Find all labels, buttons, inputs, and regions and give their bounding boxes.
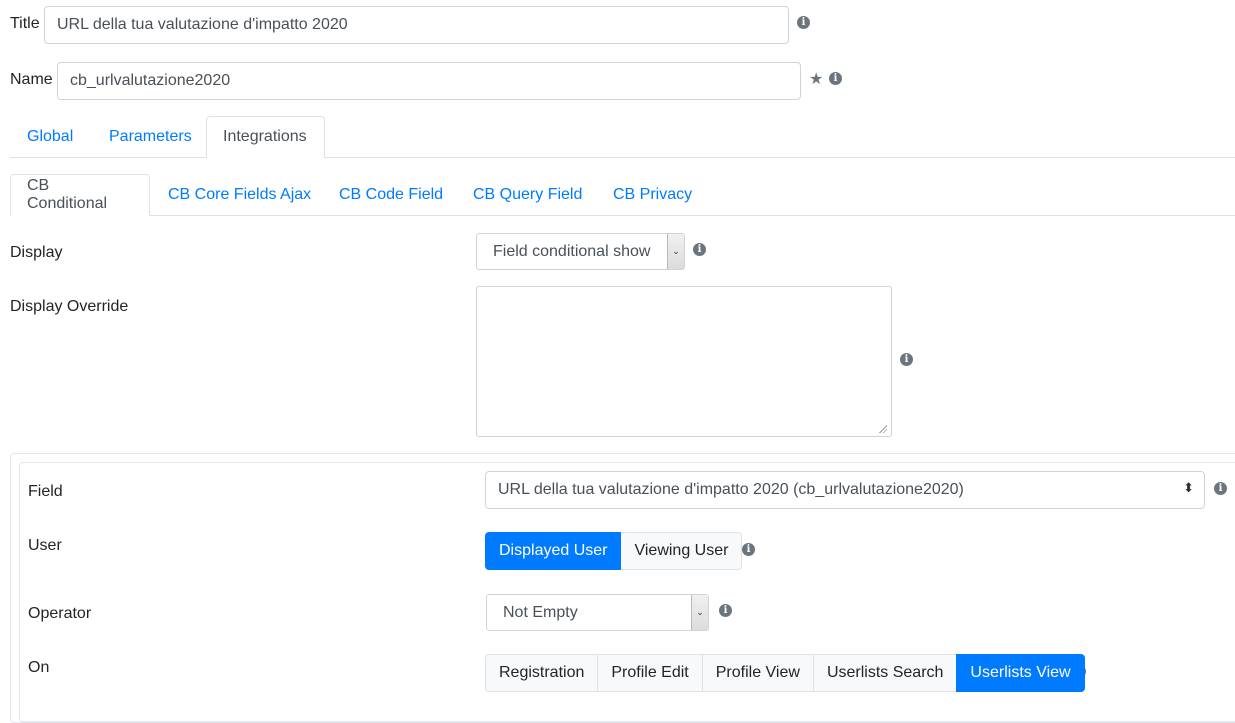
tab-cb-query-field-label: CB Query Field [473,185,583,203]
sort-arrows-icon: ⬍ [1183,481,1194,496]
profile-edit-button[interactable]: Profile Edit [597,654,703,692]
tab-parameters-label: Parameters [109,127,192,145]
tab-integrations[interactable]: Integrations [206,116,325,158]
field-select-value: URL della tua valutazione d'impatto 2020… [498,481,964,498]
user-info-icon[interactable]: i [742,543,755,556]
tab-parameters[interactable]: Parameters [93,116,208,157]
userlists-view-button[interactable]: Userlists View [956,654,1085,692]
resize-handle-icon[interactable] [878,424,887,433]
user-label: User [28,537,62,554]
name-info-icon[interactable]: i [829,72,842,85]
display-info-icon[interactable]: i [693,243,706,256]
registration-button[interactable]: Registration [485,654,599,692]
display-label: Display [10,244,63,261]
tab-cb-privacy-label: CB Privacy [613,185,693,203]
viewing-user-button[interactable]: Viewing User [620,532,743,570]
tab-cb-core-fields-ajax[interactable]: CB Core Fields Ajax [152,174,327,215]
user-button-group: Displayed User Viewing User [485,532,743,570]
chevron-down-icon: ⌄ [667,234,684,269]
title-info-icon[interactable]: i [797,16,810,29]
userlists-search-button[interactable]: Userlists Search [812,654,958,692]
on-button-group: Registration Profile Edit Profile View U… [485,654,1085,692]
display-override-textarea[interactable] [476,286,892,437]
tab-integrations-label: Integrations [223,128,307,145]
sub-tab-bar: CB Conditional CB Core Fields Ajax CB Co… [10,174,1235,216]
tab-cb-core-fields-ajax-label: CB Core Fields Ajax [168,185,312,203]
main-tab-bar: Global Parameters Integrations [10,116,1235,158]
tab-global-label: Global [27,127,74,145]
name-label: Name [10,71,53,88]
on-label: On [28,659,50,676]
display-select[interactable]: Field conditional show ⌄ [476,233,685,270]
field-info-icon[interactable]: i [1214,482,1227,495]
operator-select-value: Not Empty [503,603,578,621]
name-input[interactable]: cb_urlvalutazione2020 [57,62,801,100]
tab-cb-conditional[interactable]: CB Conditional [10,174,150,216]
chevron-down-icon: ⌄ [691,595,708,630]
displayed-user-button[interactable]: Displayed User [485,532,622,570]
display-select-value: Field conditional show [493,242,651,260]
operator-select[interactable]: Not Empty ⌄ [486,594,709,631]
tab-cb-code-field-label: CB Code Field [339,185,444,203]
tab-global[interactable]: Global [11,116,89,157]
title-label: Title [10,15,40,32]
tab-cb-query-field[interactable]: CB Query Field [457,174,598,215]
title-input[interactable]: URL della tua valutazione d'impatto 2020 [44,6,789,44]
profile-view-button[interactable]: Profile View [701,654,814,692]
star-icon[interactable]: ★ [809,71,823,87]
operator-label: Operator [28,605,92,622]
display-override-label: Display Override [10,298,129,315]
tab-cb-conditional-label: CB Conditional [27,177,108,212]
field-select[interactable]: URL della tua valutazione d'impatto 2020… [485,471,1205,509]
display-override-info-icon[interactable]: i [900,353,913,366]
tab-cb-privacy[interactable]: CB Privacy [597,174,708,215]
operator-info-icon[interactable]: i [719,604,732,617]
tab-cb-code-field[interactable]: CB Code Field [323,174,459,215]
field-label: Field [28,483,63,500]
